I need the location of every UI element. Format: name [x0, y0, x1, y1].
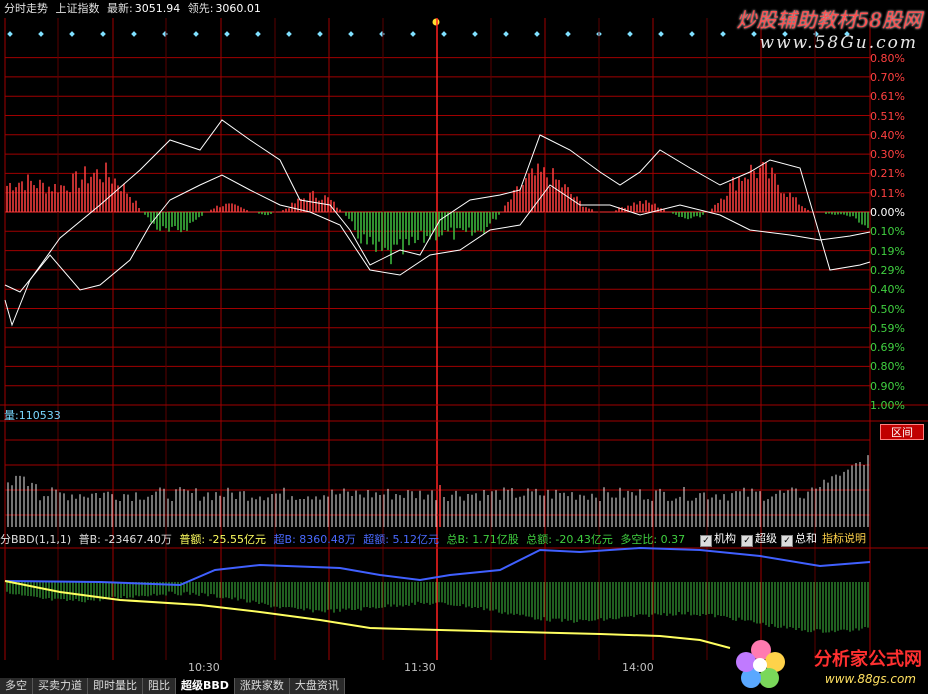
- watermark-top-url: www.58Gu.com: [759, 33, 918, 53]
- current-marker-dot: [432, 18, 440, 26]
- indicator-tab-bar: 多空 买卖力道 即时量比 阻比 超级BBD 涨跌家数 大盘资讯: [0, 678, 345, 694]
- marker-dot: [193, 31, 199, 37]
- marker-dot: [286, 31, 292, 37]
- marker-dot: [131, 31, 137, 37]
- bbd-super-b: 超B: 8360.48万: [273, 533, 356, 546]
- bbd-super-amt: 超额: 5.12亿元: [363, 533, 439, 546]
- time-label-1030: 10:30: [188, 661, 220, 674]
- checkbox-icon[interactable]: ✓: [781, 535, 793, 547]
- axis-label-up: 0.61%: [870, 90, 905, 104]
- prev-value: 3060.01: [215, 2, 261, 15]
- axis-label-up: 0.11%: [870, 186, 905, 200]
- axis-label-up: 0.21%: [870, 167, 905, 181]
- axis-label-zero: 0.00%: [870, 206, 905, 219]
- axis-label-down: 0.59%: [870, 321, 905, 335]
- bbd-retail-amt: 普额: -25.55亿元: [179, 533, 267, 546]
- time-label-1400: 14:00: [622, 661, 654, 674]
- marker-dot: [69, 31, 75, 37]
- marker-dot: [658, 31, 664, 37]
- marker-dot: [100, 31, 106, 37]
- marker-dot: [472, 31, 478, 37]
- bbd-indicator-bar: 分BBD(1,1,1) 普B: -23467.40万 普额: -25.55亿元 …: [0, 532, 689, 548]
- tab-super-bbd[interactable]: 超级BBD: [176, 678, 235, 694]
- marker-dot: [534, 31, 540, 37]
- axis-label-up: 0.70%: [870, 70, 905, 84]
- axis-label-up: 0.51%: [870, 109, 905, 123]
- bbd-retail-b: 普B: -23467.40万: [78, 533, 172, 546]
- tab-market-news[interactable]: 大盘资讯: [289, 678, 345, 694]
- volume-label: 量:110533: [4, 407, 61, 423]
- marker-dot: [627, 31, 633, 37]
- marker-dot: [503, 31, 509, 37]
- bbd-total-amt: 总额: -20.43亿元: [526, 533, 613, 546]
- watermark-bottom-url: www.88gs.com: [824, 672, 916, 686]
- view-title: 分时走势: [4, 2, 48, 15]
- axis-label-down: 0.69%: [870, 341, 905, 355]
- axis-label-up: 0.80%: [870, 51, 905, 65]
- axis-label-down: 0.90%: [870, 379, 905, 393]
- latest-label: 最新:: [107, 2, 133, 15]
- axis-label-down: 0.50%: [870, 302, 905, 316]
- tab-long-short[interactable]: 多空: [0, 678, 33, 694]
- marker-dot: [7, 31, 13, 37]
- marker-dot: [224, 31, 230, 37]
- marker-dot: [720, 31, 726, 37]
- option-label: 机构: [714, 532, 736, 545]
- axis-label-down: 0.10%: [870, 225, 905, 239]
- checkbox-icon[interactable]: ✓: [700, 535, 712, 547]
- bbd-total-b: 总B: 1.71亿股: [446, 533, 519, 546]
- latest-value: 3051.94: [134, 2, 181, 15]
- axis-label-down: 1.00%: [870, 399, 905, 412]
- tab-volume-ratio[interactable]: 即时量比: [88, 678, 143, 694]
- marker-dot: [255, 31, 261, 37]
- tab-buy-sell-force[interactable]: 买卖力道: [33, 678, 88, 694]
- marker-dot: [162, 31, 168, 37]
- axis-label-down: 0.19%: [870, 244, 905, 258]
- flower-logo-icon: [736, 640, 785, 688]
- marker-dot: [410, 31, 416, 37]
- axis-label-up: 0.40%: [870, 128, 905, 142]
- tab-resistance-ratio[interactable]: 阻比: [143, 678, 176, 694]
- option-institution[interactable]: ✓ 机构: [700, 532, 736, 547]
- watermark-bottom: 分析家公式网: [814, 649, 922, 670]
- indicator-help-link[interactable]: 指标说明: [822, 532, 866, 546]
- marker-dot: [348, 31, 354, 37]
- interval-button[interactable]: 区间: [880, 424, 924, 440]
- option-super[interactable]: ✓ 超级: [741, 532, 777, 547]
- volume-value: 110533: [18, 409, 61, 422]
- axis-label-down: 0.40%: [870, 283, 905, 297]
- marker-dot: [441, 31, 447, 37]
- chart-header: 分时走势 上证指数 最新: 3051.94 领先: 3060.01: [0, 0, 261, 18]
- watermark-top: 炒股辅助教材58股网: [736, 8, 922, 32]
- option-label: 超级: [755, 532, 777, 545]
- chart-canvas: [0, 18, 928, 660]
- option-total[interactable]: ✓ 总和: [781, 532, 817, 547]
- bbd-ratio: 多空比: 0.37: [620, 533, 686, 546]
- index-name: 上证指数: [55, 2, 100, 15]
- marker-dot: [379, 31, 385, 37]
- axis-label-down: 0.80%: [870, 360, 905, 374]
- axis-label-down: 0.29%: [870, 263, 905, 277]
- marker-dot: [565, 31, 571, 37]
- checkbox-icon[interactable]: ✓: [741, 535, 753, 547]
- prev-label: 领先:: [187, 2, 214, 15]
- bbd-name: 分BBD(1,1,1): [0, 533, 72, 546]
- marker-dot: [317, 31, 323, 37]
- tab-advance-decline[interactable]: 涨跌家数: [234, 678, 290, 694]
- time-label-1130: 11:30: [404, 661, 436, 674]
- volume-label-text: 量:: [4, 409, 19, 422]
- option-label: 总和: [795, 532, 817, 545]
- marker-dot: [689, 31, 695, 37]
- marker-dot: [38, 31, 44, 37]
- axis-label-up: 0.30%: [870, 148, 905, 162]
